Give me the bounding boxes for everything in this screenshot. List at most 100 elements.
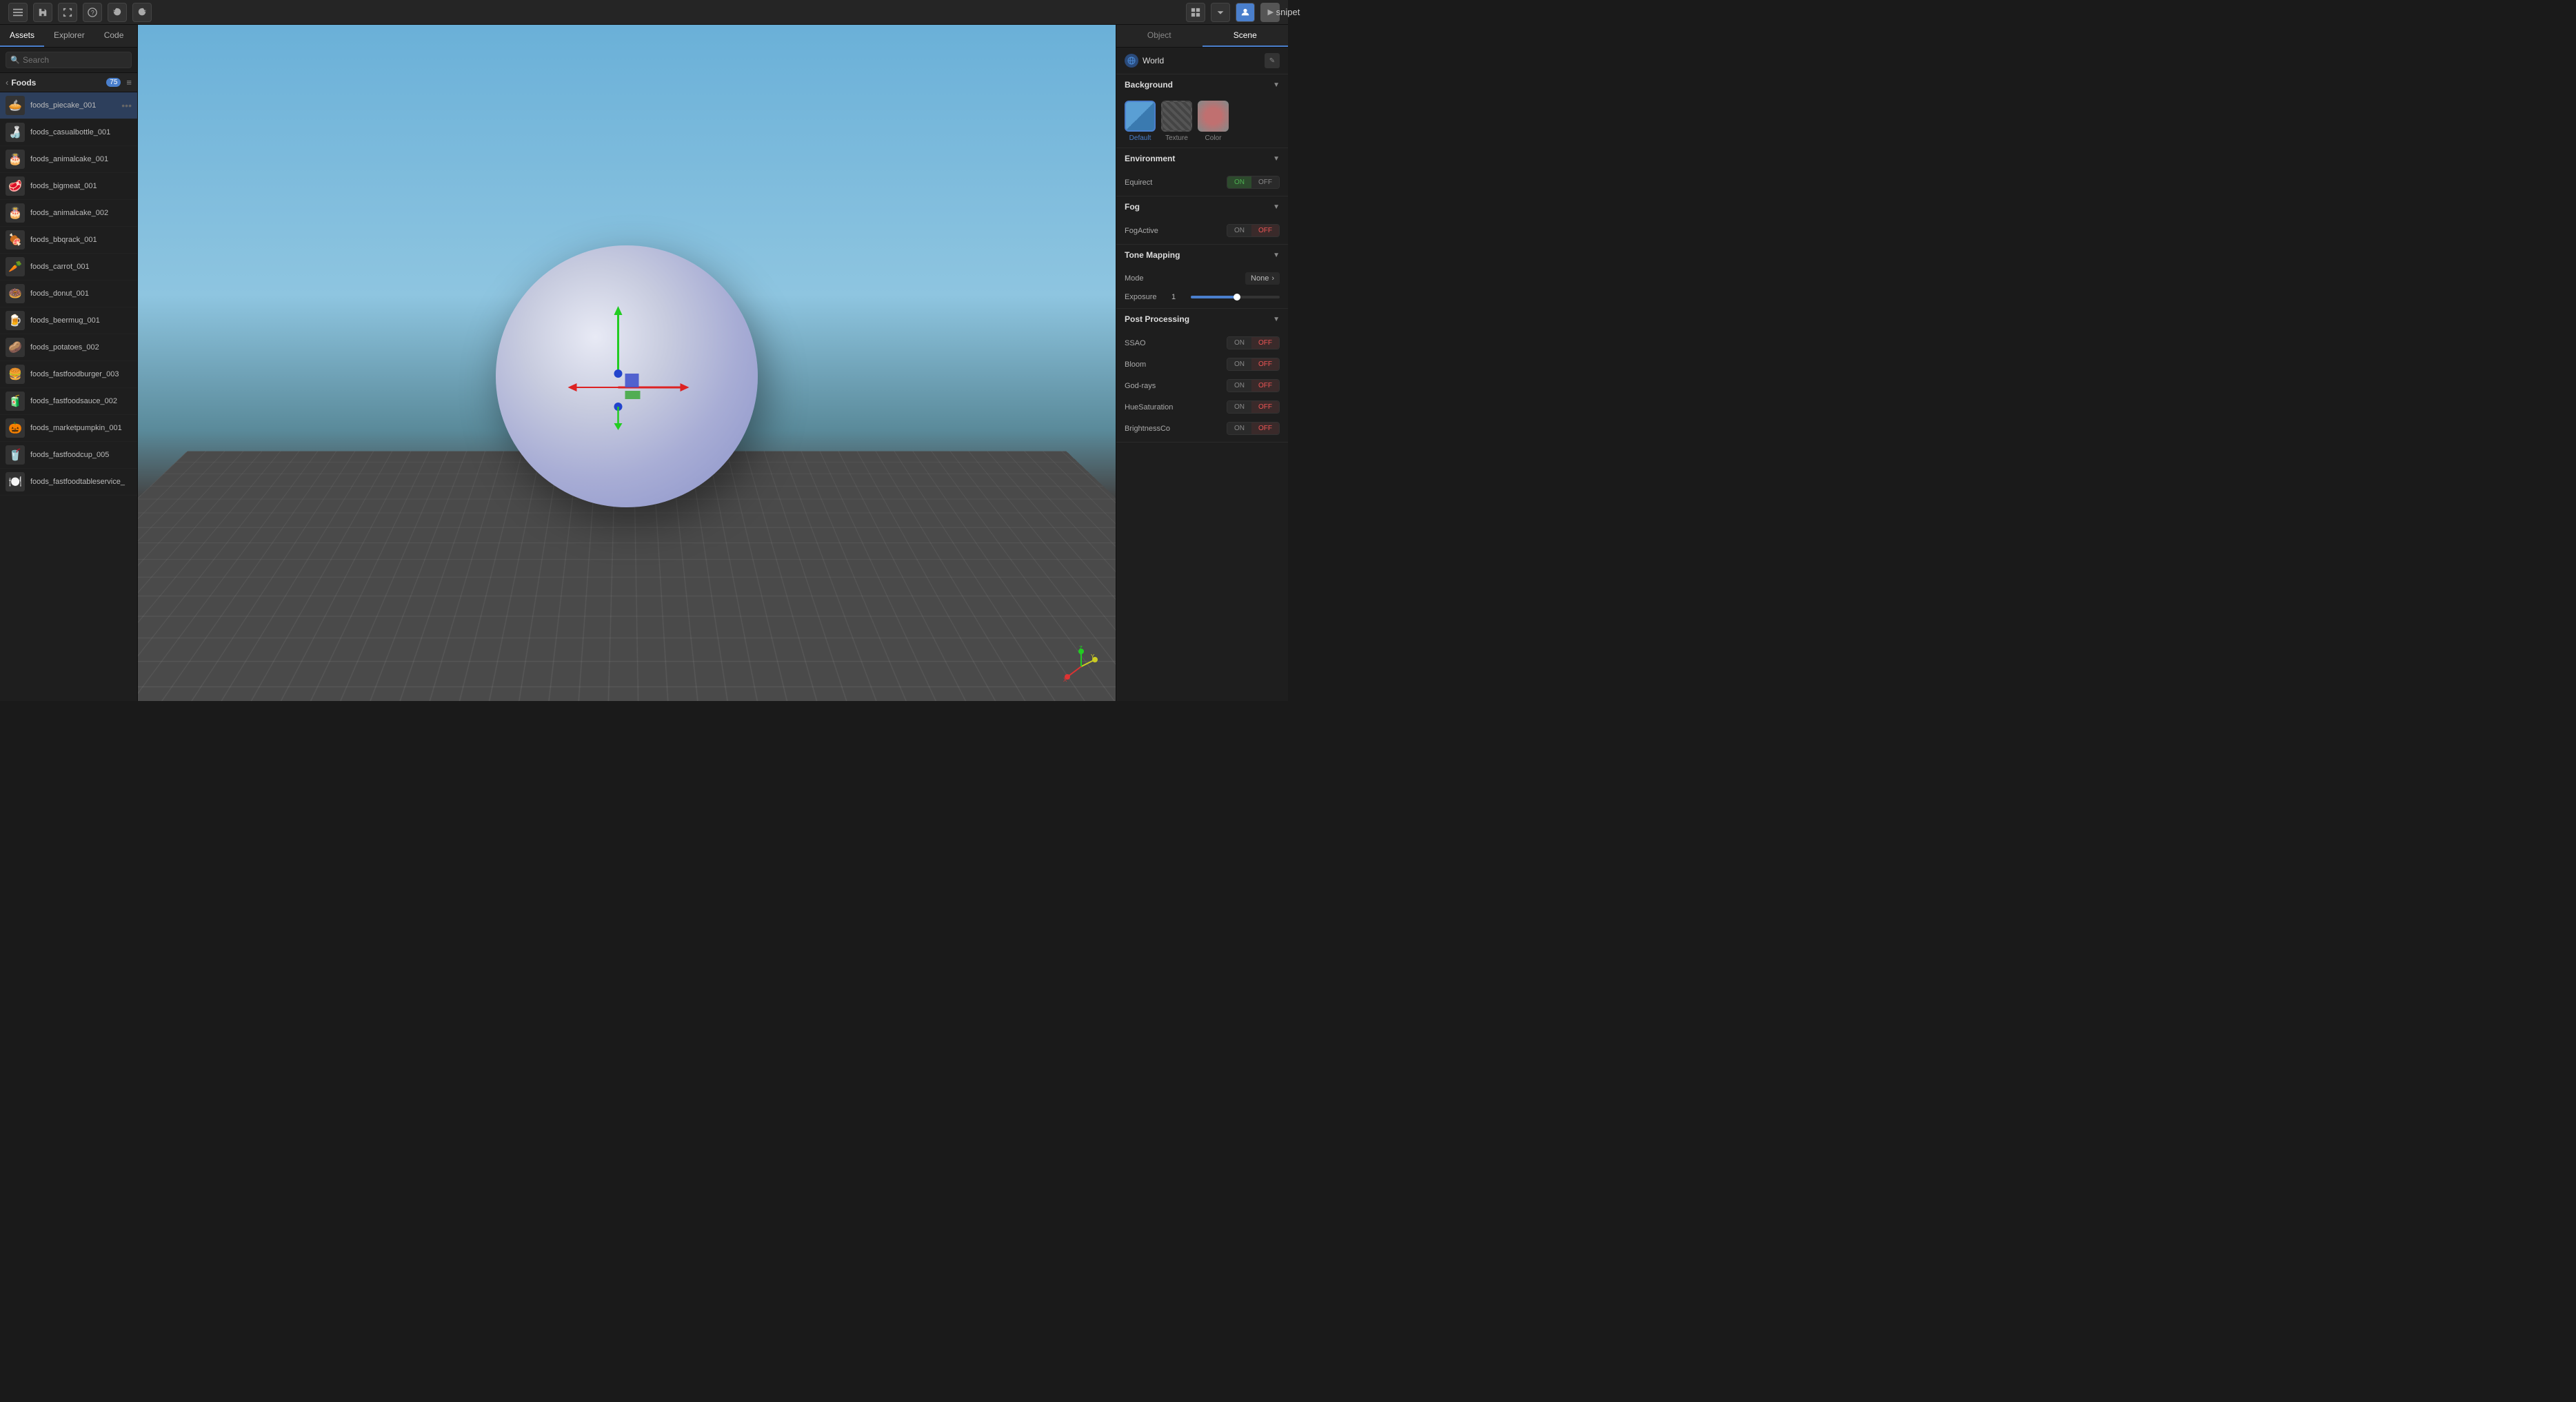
- god-rays-on-button[interactable]: ON: [1227, 380, 1251, 392]
- help-button[interactable]: ?: [83, 3, 102, 22]
- brightness-contrast-off-button[interactable]: OFF: [1251, 423, 1279, 434]
- exposure-value: 1: [1171, 293, 1185, 301]
- bg-option-color[interactable]: Color: [1198, 101, 1229, 142]
- bg-option-texture[interactable]: Texture: [1161, 101, 1192, 142]
- asset-thumbnail: 🎃: [6, 418, 25, 438]
- brightness-contrast-row: BrightnessCo ON OFF: [1116, 418, 1288, 439]
- exposure-slider-thumb[interactable]: [1234, 294, 1240, 301]
- asset-item[interactable]: 🍺 foods_beermug_001: [0, 307, 137, 334]
- asset-thumbnail: 🍩: [6, 284, 25, 303]
- asset-thumbnail: 🍺: [6, 311, 25, 330]
- list-view-icon[interactable]: ≡: [126, 77, 132, 88]
- layout-button[interactable]: [1186, 3, 1205, 22]
- asset-item[interactable]: 🍶 foods_casualbottle_001: [0, 119, 137, 146]
- hue-saturation-on-button[interactable]: ON: [1227, 401, 1251, 413]
- bloom-off-button[interactable]: OFF: [1251, 358, 1279, 370]
- redo-button[interactable]: [132, 3, 152, 22]
- background-title: Background: [1125, 80, 1273, 90]
- god-rays-row: God-rays ON OFF: [1116, 375, 1288, 396]
- equirect-off-button[interactable]: OFF: [1251, 176, 1279, 188]
- asset-item[interactable]: 🥤 foods_fastfoodcup_005: [0, 442, 137, 469]
- asset-item[interactable]: 🍔 foods_fastfoodburger_003: [0, 361, 137, 388]
- asset-name: foods_fastfoodcup_005: [30, 451, 132, 459]
- folder-header: ‹ Foods 75 ≡: [0, 73, 137, 92]
- viewport[interactable]: Y Z X: [138, 25, 1116, 701]
- asset-name: foods_fastfoodburger_003: [30, 370, 132, 378]
- environment-title: Environment: [1125, 154, 1273, 163]
- asset-item[interactable]: 🎂 foods_animalcake_001: [0, 146, 137, 173]
- asset-more-icon[interactable]: •••: [121, 100, 132, 111]
- folder-back-button[interactable]: ‹: [6, 77, 8, 88]
- exposure-slider-track[interactable]: [1191, 296, 1280, 298]
- post-processing-title: Post Processing: [1125, 314, 1273, 324]
- asset-item[interactable]: 🍖 foods_bbqrack_001: [0, 227, 137, 254]
- user-button[interactable]: [1236, 3, 1255, 22]
- asset-name: foods_potatoes_002: [30, 343, 132, 352]
- asset-item[interactable]: 🥩 foods_bigmeat_001: [0, 173, 137, 200]
- tone-mapping-header[interactable]: Tone Mapping ▼: [1116, 245, 1288, 265]
- tab-explorer[interactable]: Explorer: [44, 25, 94, 47]
- asset-thumbnail: 🥔: [6, 338, 25, 357]
- sphere-object[interactable]: [496, 245, 758, 507]
- post-processing-header[interactable]: Post Processing ▼: [1116, 309, 1288, 329]
- asset-name: foods_beermug_001: [30, 316, 132, 325]
- hue-saturation-off-button[interactable]: OFF: [1251, 401, 1279, 413]
- mode-value-text: None: [1251, 274, 1269, 283]
- asset-item[interactable]: 🎂 foods_animalcake_002: [0, 200, 137, 227]
- background-header[interactable]: Background ▼: [1116, 74, 1288, 95]
- asset-item[interactable]: 🍩 foods_donut_001: [0, 281, 137, 307]
- mode-label: Mode: [1125, 274, 1245, 283]
- asset-thumbnail: 🥤: [6, 445, 25, 465]
- asset-item[interactable]: 🍽️ foods_fastfoodtableservice_: [0, 469, 137, 496]
- tab-object[interactable]: Object: [1116, 25, 1203, 47]
- equirect-on-button[interactable]: ON: [1227, 176, 1251, 188]
- right-panel: Object Scene World ✎ Background ▼ Defaul…: [1116, 25, 1288, 701]
- search-icon: 🔍: [10, 56, 20, 65]
- mode-value-dropdown[interactable]: None ›: [1245, 272, 1280, 285]
- asset-item[interactable]: 🎃 foods_marketpumpkin_001: [0, 415, 137, 442]
- background-chevron: ▼: [1273, 81, 1280, 89]
- fog-header[interactable]: Fog ▼: [1116, 196, 1288, 217]
- asset-item[interactable]: 🧃 foods_fastfoodsauce_002: [0, 388, 137, 415]
- save-button[interactable]: [33, 3, 52, 22]
- world-edit-button[interactable]: ✎: [1265, 53, 1280, 68]
- equirect-toggle: ON OFF: [1227, 176, 1280, 189]
- panel-tabs: Object Scene: [1116, 25, 1288, 48]
- folder-name: Foods: [11, 78, 103, 88]
- bloom-on-button[interactable]: ON: [1227, 358, 1251, 370]
- ssao-label: SSAO: [1125, 339, 1221, 347]
- search-input[interactable]: [6, 52, 132, 68]
- ssao-on-button[interactable]: ON: [1227, 337, 1251, 349]
- dropdown-button[interactable]: [1211, 3, 1230, 22]
- tab-code[interactable]: Code: [94, 25, 134, 47]
- asset-thumbnail: 🥕: [6, 257, 25, 276]
- menu-button[interactable]: [8, 3, 28, 22]
- sidebar: Assets Explorer Code 🔍 ‹ Foods 75 ≡ 🥧 fo…: [0, 25, 138, 701]
- tab-scene[interactable]: Scene: [1203, 25, 1289, 47]
- bg-thumb-default: [1125, 101, 1156, 132]
- asset-item[interactable]: 🥧 foods_piecake_001 •••: [0, 92, 137, 119]
- post-processing-section: Post Processing ▼ SSAO ON OFF Bloom ON O…: [1116, 309, 1288, 443]
- asset-item[interactable]: 🥔 foods_potatoes_002: [0, 334, 137, 361]
- fog-active-row: FogActive ON OFF: [1116, 220, 1288, 241]
- fog-on-button[interactable]: ON: [1227, 225, 1251, 236]
- asset-name: foods_bigmeat_001: [30, 182, 132, 190]
- ssao-off-button[interactable]: OFF: [1251, 337, 1279, 349]
- app-title: snipet: [1276, 7, 1300, 17]
- background-options: Default Texture Color: [1116, 95, 1288, 148]
- environment-header[interactable]: Environment ▼: [1116, 148, 1288, 169]
- god-rays-off-button[interactable]: OFF: [1251, 380, 1279, 392]
- main-area: Assets Explorer Code 🔍 ‹ Foods 75 ≡ 🥧 fo…: [0, 25, 1288, 701]
- topbar-right: [1186, 3, 1280, 22]
- bloom-row: Bloom ON OFF: [1116, 354, 1288, 375]
- bg-option-default[interactable]: Default: [1125, 101, 1156, 142]
- bg-label-default: Default: [1129, 134, 1151, 142]
- asset-item[interactable]: 🥕 foods_carrot_001: [0, 254, 137, 281]
- tab-assets[interactable]: Assets: [0, 25, 44, 47]
- fullscreen-button[interactable]: [58, 3, 77, 22]
- ssao-row: SSAO ON OFF: [1116, 332, 1288, 354]
- brightness-contrast-on-button[interactable]: ON: [1227, 423, 1251, 434]
- fog-off-button[interactable]: OFF: [1251, 225, 1279, 236]
- undo-button[interactable]: [108, 3, 127, 22]
- svg-text:Y: Y: [1091, 653, 1095, 660]
